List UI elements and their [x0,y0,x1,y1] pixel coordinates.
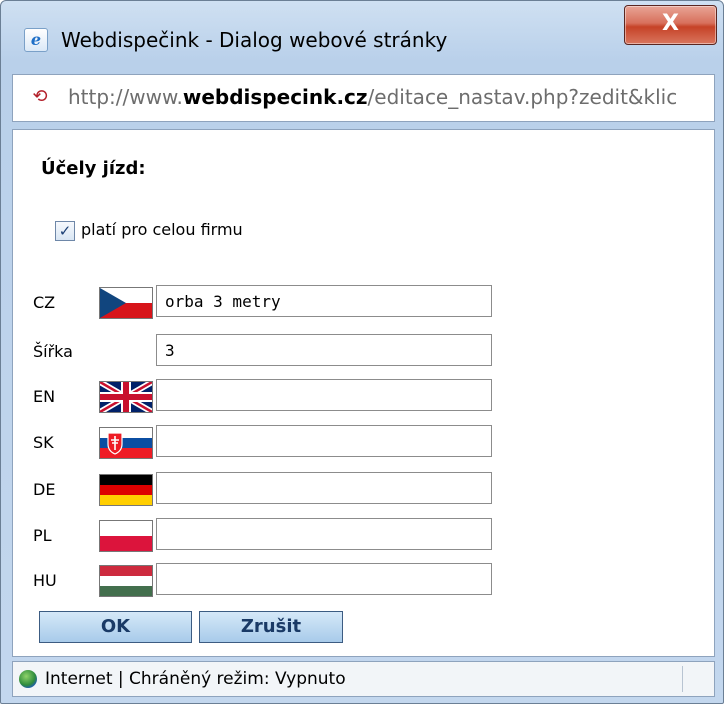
window-title: Webdispečink - Dialog webové stránky [61,28,448,52]
flag-hu-icon [99,565,153,597]
url-prefix: http://www. [68,85,183,109]
row-width: Šířka [13,333,714,369]
lang-label-de: DE [33,480,56,499]
row-pl: PL [13,517,714,553]
company-wide-label: platí pro celou firmu [81,220,243,239]
purpose-en-input[interactable] [156,379,492,411]
lang-label-cz: CZ [33,293,56,312]
section-title: Účely jízd: [41,158,146,179]
cancel-button[interactable]: Zrušit [199,611,343,643]
dialog-content: Účely jízd: ✓ platí pro celou firmu CZ Š… [12,129,715,657]
lang-label-sk: SK [33,433,54,452]
purpose-de-input[interactable] [156,472,492,504]
purpose-cz-input[interactable] [156,285,492,317]
url-host: webdispecink.cz [182,85,368,109]
company-wide-checkbox[interactable]: ✓ [55,221,75,241]
url-text: http://www.webdispecink.cz/editace_nasta… [68,85,708,109]
address-bar: ⟲ http://www.webdispecink.cz/editace_nas… [12,74,715,122]
ie-icon: e [24,28,48,52]
width-input[interactable] [156,334,492,366]
lang-label-en: EN [33,387,56,406]
row-cz: CZ [13,284,714,320]
row-sk: SK [13,424,714,460]
width-label: Šířka [33,342,73,361]
flag-de-icon [99,474,153,506]
status-divider [682,666,683,692]
purpose-hu-input[interactable] [156,563,492,595]
status-bar: Internet | Chráněný režim: Vypnuto [12,661,715,697]
close-button[interactable]: X [624,5,717,45]
flag-pl-icon [99,520,153,552]
purpose-pl-input[interactable] [156,518,492,550]
flag-sk-icon [99,427,153,459]
site-icon: ⟲ [32,86,48,107]
lang-label-hu: HU [33,571,57,590]
title-bar[interactable]: e Webdispečink - Dialog webové stránky X [1,1,723,59]
dialog-window: e Webdispečink - Dialog webové stránky X… [0,0,724,704]
flag-uk-icon [99,381,153,413]
row-de: DE [13,471,714,507]
flag-cz-icon [99,287,153,319]
purpose-sk-input[interactable] [156,425,492,457]
status-text: Internet | Chráněný režim: Vypnuto [45,669,346,689]
row-hu: HU [13,562,714,598]
url-path: /editace_nastav.php?zedit&klic [367,85,678,109]
row-en: EN [13,378,714,414]
ok-button[interactable]: OK [39,611,192,643]
lang-label-pl: PL [33,526,52,545]
globe-icon [19,670,37,688]
